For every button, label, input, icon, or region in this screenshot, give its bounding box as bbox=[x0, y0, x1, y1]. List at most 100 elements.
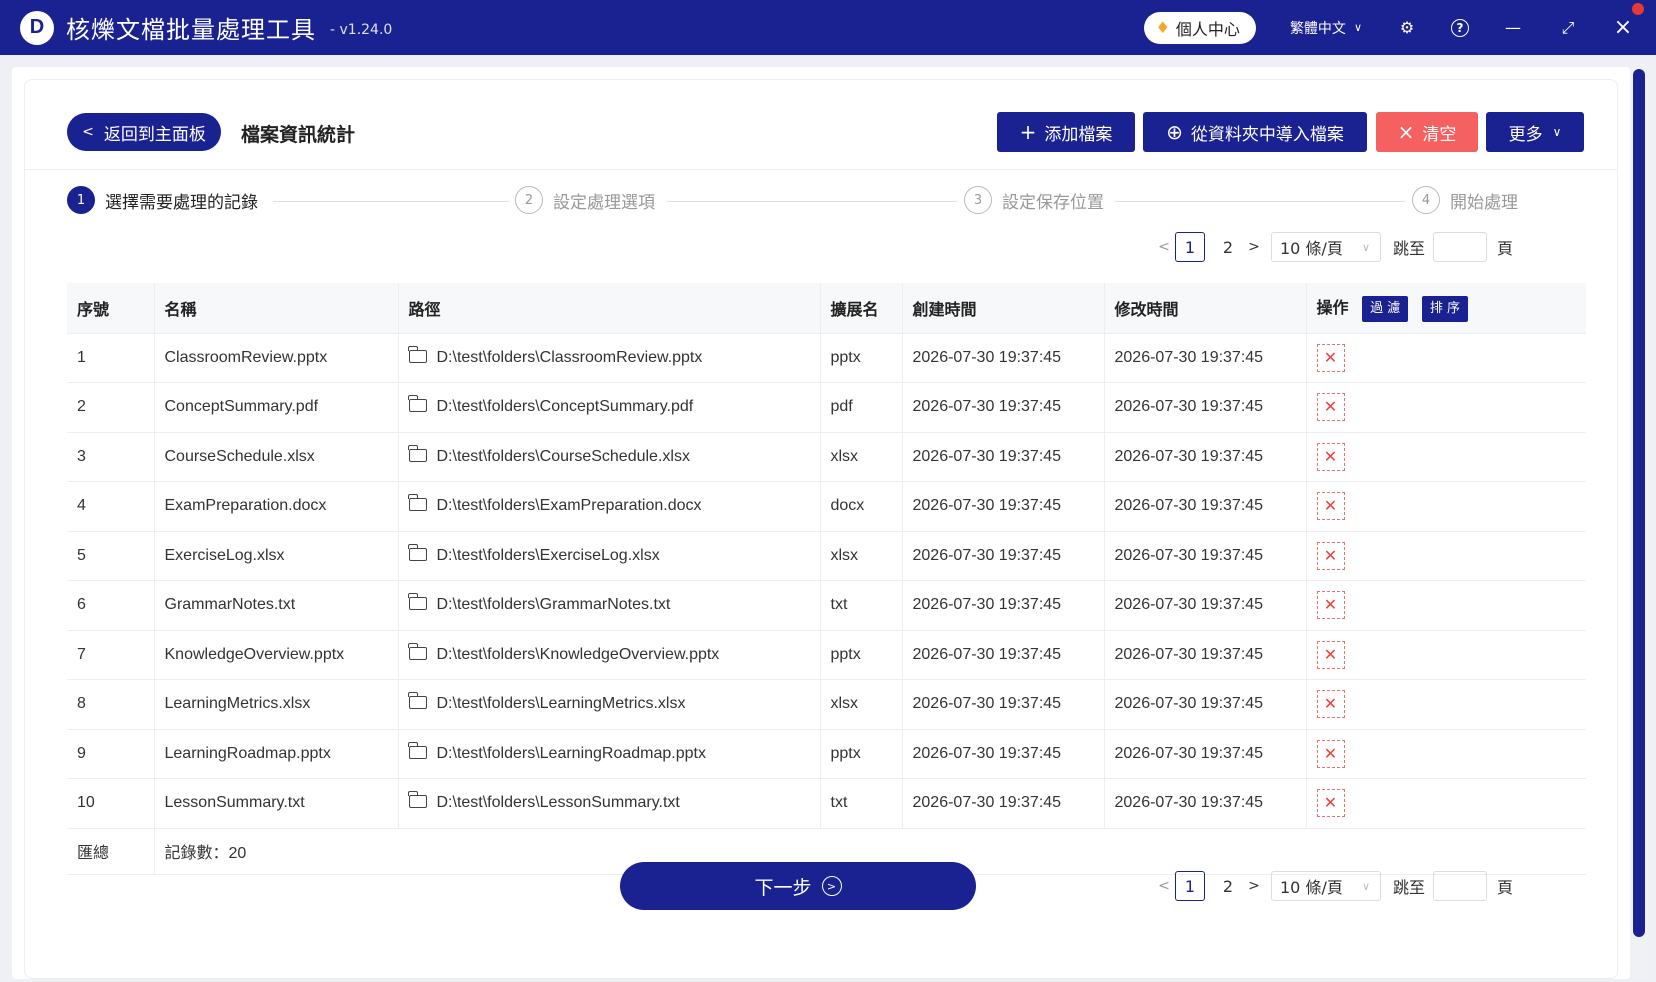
clear-button[interactable]: × 清空 bbox=[1376, 112, 1478, 152]
page-1-button[interactable]: 1 bbox=[1175, 232, 1205, 262]
cell-index: 4 bbox=[67, 481, 155, 532]
folder-icon[interactable] bbox=[407, 395, 427, 413]
cell-modified: 2026-07-30 19:37:45 bbox=[1104, 531, 1307, 581]
user-center-label: 個人中心 bbox=[1175, 19, 1240, 39]
vertical-scrollbar[interactable] bbox=[1630, 67, 1648, 979]
user-center-button[interactable]: ♦ 個人中心 bbox=[1143, 11, 1256, 44]
step-number: 4 bbox=[1412, 186, 1440, 214]
page-size-select[interactable]: 10 條/頁 ∨ bbox=[1271, 232, 1381, 262]
table-row[interactable]: 2 ConceptSummary.pdf D:\test\folders\Conce… bbox=[67, 382, 1586, 433]
cell-ext: docx bbox=[820, 481, 903, 532]
folder-icon[interactable] bbox=[407, 345, 427, 363]
delete-row-button[interactable]: ✕ bbox=[1316, 739, 1345, 768]
prev-page-icon[interactable]: < bbox=[1157, 239, 1171, 255]
title-bar-controls: ♦ 個人中心 繁體中文 ∨ ⚙ ? — ⤢ × bbox=[1143, 0, 1656, 55]
folder-icon[interactable] bbox=[407, 642, 427, 660]
page-1-button[interactable]: 1 bbox=[1175, 871, 1205, 901]
folder-icon[interactable] bbox=[407, 692, 427, 710]
folder-icon[interactable] bbox=[407, 741, 427, 759]
next-step-label: 下一步 bbox=[754, 876, 812, 899]
cell-name: KnowledgeOverview.pptx bbox=[154, 630, 399, 680]
page-size-select[interactable]: 10 條/頁 ∨ bbox=[1271, 871, 1381, 901]
import-folder-label: 從資料夾中導入檔案 bbox=[1190, 124, 1344, 145]
table-row[interactable]: 1 ClassroomReview.pptx D:\test\folders\Cla… bbox=[67, 333, 1586, 383]
delete-row-button[interactable]: ✕ bbox=[1316, 393, 1345, 422]
page-2-button[interactable]: 2 bbox=[1213, 232, 1243, 262]
page-size-value: 10 條/頁 bbox=[1280, 878, 1343, 897]
jump-page-input[interactable] bbox=[1433, 871, 1488, 901]
gear-icon[interactable]: ⚙ bbox=[1396, 17, 1418, 39]
folder-icon[interactable] bbox=[407, 494, 427, 512]
cell-path: D:\test\folders\GrammarNotes.txt bbox=[398, 580, 821, 631]
folder-icon[interactable] bbox=[407, 543, 427, 561]
table-row[interactable]: 9 LearningRoadmap.pptx D:\test\folders\Lea… bbox=[67, 729, 1586, 779]
col-path-header: 路徑 bbox=[398, 283, 821, 334]
delete-row-button[interactable]: ✕ bbox=[1316, 442, 1345, 471]
table-row[interactable]: 7 KnowledgeOverview.pptx D:\test\folders\K… bbox=[67, 630, 1586, 680]
filter-button[interactable]: 過 濾 bbox=[1362, 295, 1409, 322]
maximize-icon[interactable]: ⤢ bbox=[1557, 17, 1579, 39]
table-row[interactable]: 6 GrammarNotes.txt D:\test\folders\Grammar… bbox=[67, 580, 1586, 631]
table-header-row: 序號 名稱 路徑 擴展名 創建時間 修改時間 操作 過 濾 排 序 bbox=[67, 283, 1586, 334]
language-label: 繁體中文 bbox=[1289, 20, 1346, 37]
cell-modified: 2026-07-30 19:37:45 bbox=[1104, 382, 1307, 433]
delete-row-button[interactable]: ✕ bbox=[1316, 690, 1345, 719]
help-icon[interactable]: ? bbox=[1451, 18, 1469, 37]
arrow-right-circle-icon: > bbox=[821, 876, 842, 896]
cell-actions: ✕ bbox=[1306, 531, 1586, 581]
summary-label: 匯總 bbox=[67, 828, 155, 875]
table-row[interactable]: 8 LearningMetrics.xlsx D:\test\folders\Lea… bbox=[67, 679, 1586, 730]
close-icon[interactable]: × bbox=[1612, 15, 1634, 40]
jump-page-input[interactable] bbox=[1433, 232, 1488, 262]
folder-icon[interactable] bbox=[407, 444, 427, 462]
delete-row-button[interactable]: ✕ bbox=[1316, 541, 1345, 570]
file-table: 序號 名稱 路徑 擴展名 創建時間 修改時間 操作 過 濾 排 序 1 Class… bbox=[67, 283, 1586, 875]
delete-row-button[interactable]: ✕ bbox=[1316, 789, 1345, 818]
import-folder-button[interactable]: ⊕ 從資料夾中導入檔案 bbox=[1143, 112, 1367, 152]
cell-created: 2026-07-30 19:37:45 bbox=[902, 729, 1105, 779]
next-step-button[interactable]: 下一步 > bbox=[620, 862, 976, 910]
cell-index: 8 bbox=[67, 679, 155, 730]
col-created-header: 創建時間 bbox=[902, 283, 1105, 334]
table-row[interactable]: 10 LessonSummary.txt D:\test\folders\Lesso… bbox=[67, 778, 1586, 829]
table-row[interactable]: 4 ExamPreparation.docx D:\test\folders\Exa… bbox=[67, 481, 1586, 532]
cell-ext: pptx bbox=[820, 333, 903, 383]
next-page-icon[interactable]: > bbox=[1247, 239, 1261, 255]
table-row[interactable]: 3 CourseSchedule.xlsx D:\test\folders\Cour… bbox=[67, 432, 1586, 482]
folder-icon[interactable] bbox=[407, 791, 427, 809]
scrollbar-thumb[interactable] bbox=[1633, 69, 1645, 937]
folder-icon[interactable] bbox=[407, 593, 427, 611]
more-button[interactable]: 更多 ∨ bbox=[1486, 112, 1584, 152]
prev-page-icon[interactable]: < bbox=[1157, 878, 1171, 894]
cell-created: 2026-07-30 19:37:45 bbox=[902, 432, 1105, 482]
chevron-down-icon: ∨ bbox=[1361, 879, 1370, 893]
step-number: 3 bbox=[964, 186, 992, 214]
cell-ext: pdf bbox=[820, 382, 903, 433]
sort-button[interactable]: 排 序 bbox=[1421, 295, 1468, 322]
col-actions-header: 操作 過 濾 排 序 bbox=[1306, 283, 1586, 334]
cell-name: ClassroomReview.pptx bbox=[154, 333, 399, 383]
chevron-left-icon: < bbox=[82, 124, 94, 140]
next-page-icon[interactable]: > bbox=[1247, 878, 1261, 894]
cell-modified: 2026-07-30 19:37:45 bbox=[1104, 630, 1307, 680]
table-body: 1 ClassroomReview.pptx D:\test\folders\Cla… bbox=[67, 333, 1586, 829]
col-index-header: 序號 bbox=[67, 283, 155, 334]
cell-ext: pptx bbox=[820, 729, 903, 779]
delete-row-button[interactable]: ✕ bbox=[1316, 640, 1345, 669]
cell-ext: xlsx bbox=[820, 432, 903, 482]
table-row[interactable]: 5 ExerciseLog.xlsx D:\test\folders\Exercis… bbox=[67, 531, 1586, 581]
page-2-button[interactable]: 2 bbox=[1213, 871, 1243, 901]
delete-row-button[interactable]: ✕ bbox=[1316, 492, 1345, 521]
language-select[interactable]: 繁體中文 ∨ bbox=[1290, 18, 1362, 38]
cell-ext: xlsx bbox=[820, 531, 903, 581]
app-title: 核爍文檔批量處理工具 bbox=[66, 16, 316, 44]
delete-row-button[interactable]: ✕ bbox=[1316, 591, 1345, 620]
step-connector bbox=[1115, 201, 1405, 202]
col-ext-header: 擴展名 bbox=[820, 283, 903, 334]
delete-row-button[interactable]: ✕ bbox=[1316, 343, 1345, 372]
minimize-icon[interactable]: — bbox=[1502, 17, 1524, 39]
add-file-label: 添加檔案 bbox=[1044, 124, 1113, 145]
back-to-home-button[interactable]: < 返回到主面板 bbox=[67, 113, 221, 151]
page-title: 檔案資訊統計 bbox=[241, 124, 356, 146]
add-file-button[interactable]: + 添加檔案 bbox=[997, 112, 1135, 152]
